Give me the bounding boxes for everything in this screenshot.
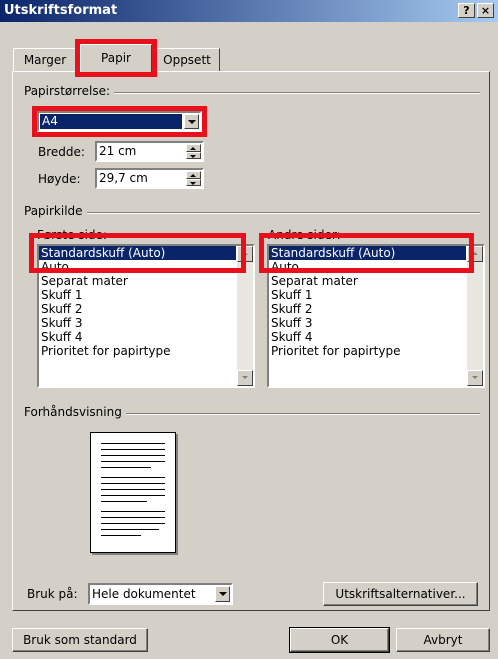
apply-to-select[interactable]: Hele dokumentet bbox=[88, 583, 233, 605]
divider bbox=[24, 212, 480, 214]
scrollbar[interactable] bbox=[467, 246, 483, 386]
list-item[interactable]: Standardskuff (Auto) bbox=[269, 246, 466, 260]
page-preview bbox=[90, 432, 176, 553]
first-page-list[interactable]: Standardskuff (Auto) Auto Separat mater … bbox=[37, 244, 255, 388]
list-item[interactable]: Separat mater bbox=[39, 274, 236, 288]
list-item[interactable]: Skuff 3 bbox=[269, 316, 466, 330]
scroll-down-icon[interactable] bbox=[467, 370, 483, 386]
window-title: Utskriftsformat bbox=[4, 3, 118, 18]
list-item[interactable]: Skuff 2 bbox=[269, 302, 466, 316]
width-field[interactable]: 21 cm bbox=[95, 141, 204, 162]
tab-oppsett[interactable]: Oppsett bbox=[154, 48, 220, 71]
height-label: Høyde: bbox=[38, 172, 81, 186]
width-label: Bredde: bbox=[38, 145, 85, 159]
other-pages-label: Andre sider: bbox=[268, 228, 341, 242]
other-pages-list[interactable]: Standardskuff (Auto) Auto Separat mater … bbox=[267, 244, 485, 388]
scroll-up-icon[interactable] bbox=[237, 246, 253, 262]
list-item[interactable]: Skuff 2 bbox=[39, 302, 236, 316]
paper-source-label: Papirkilde bbox=[24, 204, 87, 218]
list-item[interactable]: Skuff 4 bbox=[39, 330, 236, 344]
spin-up-icon[interactable] bbox=[186, 171, 201, 179]
width-stepper[interactable] bbox=[186, 144, 201, 159]
apply-to-label: Bruk på: bbox=[27, 587, 78, 601]
cancel-button[interactable]: Avbryt bbox=[396, 628, 490, 652]
chevron-down-icon[interactable] bbox=[215, 586, 230, 602]
first-page-label: Første side: bbox=[37, 228, 107, 242]
paper-size-select[interactable]: A4 bbox=[32, 106, 207, 137]
print-options-button[interactable]: Utskriftsalternativer... bbox=[323, 582, 478, 606]
title-bar[interactable]: Utskriftsformat ? × bbox=[0, 0, 498, 22]
list-item[interactable]: Prioritet for papirtype bbox=[269, 344, 466, 358]
list-item[interactable]: Skuff 3 bbox=[39, 316, 236, 330]
list-item[interactable]: Standardskuff (Auto) bbox=[39, 246, 236, 260]
paper-size-label: Papirstørrelse: bbox=[24, 84, 115, 98]
tab-marger[interactable]: Marger bbox=[13, 48, 77, 71]
apply-to-value: Hele dokumentet bbox=[92, 587, 196, 601]
height-field[interactable]: 29,7 cm bbox=[95, 168, 204, 189]
set-default-button[interactable]: Bruk som standard bbox=[12, 628, 148, 652]
ok-button[interactable]: OK bbox=[289, 627, 390, 653]
preview-label: Forhåndsvisning bbox=[24, 405, 126, 419]
paper-size-value: A4 bbox=[40, 114, 182, 129]
tab-papir[interactable]: Papir bbox=[75, 39, 157, 77]
list-item[interactable]: Separat mater bbox=[269, 274, 466, 288]
spin-up-icon[interactable] bbox=[186, 144, 201, 152]
width-value: 21 cm bbox=[99, 144, 137, 158]
spin-down-icon[interactable] bbox=[186, 178, 201, 186]
list-item[interactable]: Skuff 4 bbox=[269, 330, 466, 344]
close-button[interactable]: × bbox=[477, 3, 494, 18]
scroll-down-icon[interactable] bbox=[237, 370, 253, 386]
help-button[interactable]: ? bbox=[458, 3, 475, 18]
height-value: 29,7 cm bbox=[99, 171, 148, 185]
list-item[interactable]: Prioritet for papirtype bbox=[39, 344, 236, 358]
list-item[interactable]: Skuff 1 bbox=[269, 288, 466, 302]
scroll-up-icon[interactable] bbox=[467, 246, 483, 262]
spin-down-icon[interactable] bbox=[186, 151, 201, 159]
chevron-down-icon[interactable] bbox=[184, 114, 199, 129]
list-item[interactable]: Auto bbox=[269, 260, 466, 274]
height-stepper[interactable] bbox=[186, 171, 201, 186]
scrollbar[interactable] bbox=[237, 246, 253, 386]
list-item[interactable]: Skuff 1 bbox=[39, 288, 236, 302]
list-item[interactable]: Auto bbox=[39, 260, 236, 274]
